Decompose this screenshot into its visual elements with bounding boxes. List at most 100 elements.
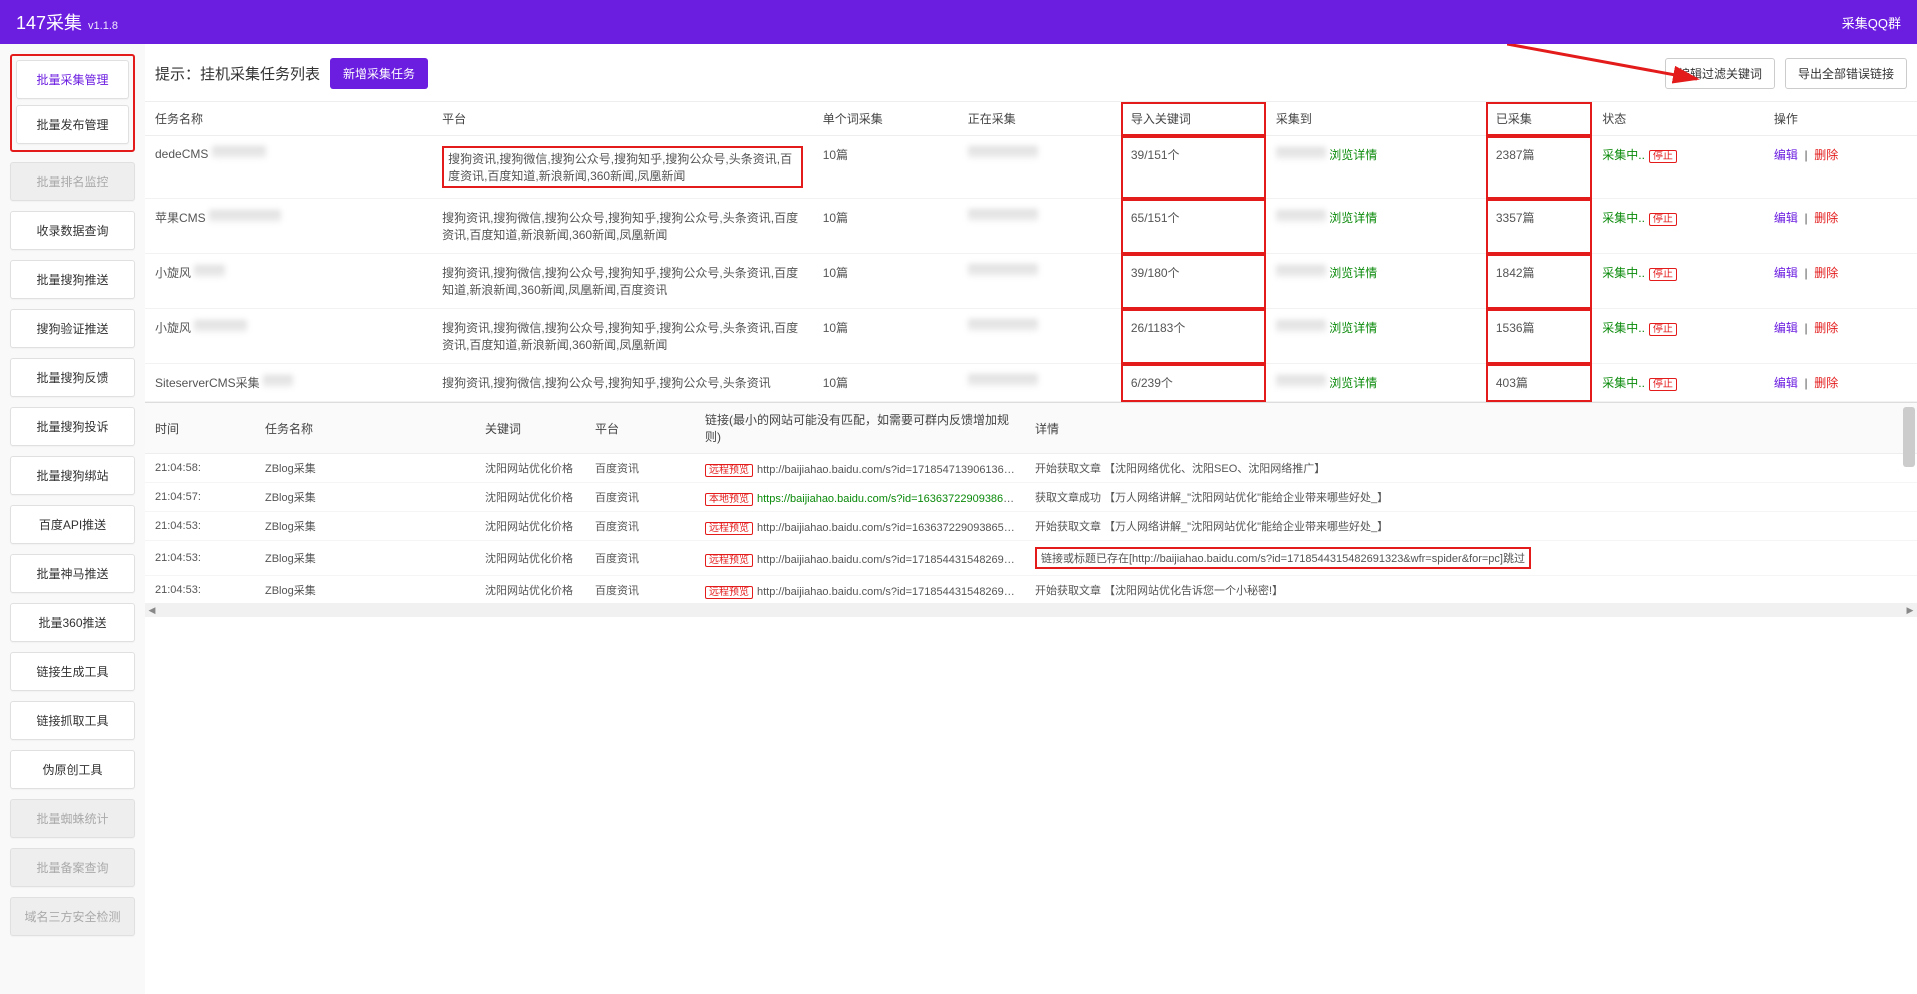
task-plat-cell: 搜狗资讯,搜狗微信,搜狗公众号,搜狗知乎,搜狗公众号,头条资讯,百度资讯,百度知… (432, 199, 813, 254)
stop-button[interactable]: 停止 (1649, 323, 1677, 336)
view-detail-link[interactable]: 浏览详情 (1329, 321, 1377, 335)
sidebar-item[interactable]: 批量搜狗投诉 (10, 407, 135, 446)
log-cell-kw: 沈阳网站优化价格 (475, 541, 585, 576)
task-row: dedeCMS 搜狗资讯,搜狗微信,搜狗公众号,搜狗知乎,搜狗公众号,头条资讯,… (145, 136, 1917, 199)
edit-link[interactable]: 编辑 (1774, 321, 1798, 335)
sidebar-item[interactable]: 收录数据查询 (10, 211, 135, 250)
log-col-header: 详情 (1025, 403, 1917, 454)
preview-badge[interactable]: 远程预览 (705, 554, 753, 567)
log-cell-time: 21:04:57: (145, 483, 255, 512)
task-col-header: 平台 (432, 102, 813, 136)
task-to-cell: 浏览详情 (1266, 136, 1486, 199)
sidebar-item[interactable]: 链接抓取工具 (10, 701, 135, 740)
new-task-button[interactable]: 新增采集任务 (330, 58, 428, 89)
log-cell-plat: 百度资讯 (585, 454, 695, 483)
sidebar-item[interactable]: 链接生成工具 (10, 652, 135, 691)
log-cell-task: ZBlog采集 (255, 483, 475, 512)
preview-badge[interactable]: 远程预览 (705, 586, 753, 599)
export-errors-button[interactable]: 导出全部错误链接 (1785, 58, 1907, 89)
delete-link[interactable]: 删除 (1814, 321, 1838, 335)
edit-link[interactable]: 编辑 (1774, 211, 1798, 225)
task-status-cell: 采集中..停止 (1592, 309, 1764, 364)
logs-table: 时间任务名称关键词平台链接(最小的网站可能没有匹配，如需要可群内反馈增加规则)详… (145, 403, 1917, 603)
sidebar-item[interactable]: 批量发布管理 (16, 105, 129, 144)
log-detail-cell: 开始获取文章 【沈阳网络优化、沈阳SEO、沈阳网络推广】 (1025, 454, 1917, 483)
delete-link[interactable]: 删除 (1814, 266, 1838, 280)
task-to-cell: 浏览详情 (1266, 199, 1486, 254)
task-col-header: 操作 (1764, 102, 1917, 136)
sidebar-item[interactable]: 搜狗验证推送 (10, 309, 135, 348)
stop-button[interactable]: 停止 (1649, 150, 1677, 163)
sidebar-item[interactable]: 批量神马推送 (10, 554, 135, 593)
task-collecting-cell (958, 199, 1121, 254)
task-op-cell: 编辑 | 删除 (1764, 136, 1917, 199)
sidebar-item: 批量备案查询 (10, 848, 135, 887)
task-name-cell: SiteserverCMS采集 (145, 364, 432, 402)
edit-filter-button[interactable]: 编辑过滤关键词 (1665, 58, 1775, 89)
task-done-cell: 3357篇 (1486, 199, 1592, 254)
task-plat-cell: 搜狗资讯,搜狗微信,搜狗公众号,搜狗知乎,搜狗公众号,头条资讯 (432, 364, 813, 402)
task-status-cell: 采集中..停止 (1592, 136, 1764, 199)
sidebar-item[interactable]: 批量360推送 (10, 603, 135, 642)
preview-badge[interactable]: 本地预览 (705, 493, 753, 506)
view-detail-link[interactable]: 浏览详情 (1329, 211, 1377, 225)
delete-link[interactable]: 删除 (1814, 148, 1838, 162)
log-cell-kw: 沈阳网站优化价格 (475, 576, 585, 604)
task-name-cell: 小旋风 (145, 309, 432, 364)
log-row: 21:04:53:ZBlog采集沈阳网站优化价格百度资讯远程预览http://b… (145, 576, 1917, 604)
task-single-cell: 10篇 (813, 364, 958, 402)
task-done-cell: 1842篇 (1486, 254, 1592, 309)
page-title: 提示：挂机采集任务列表 (155, 63, 320, 84)
log-cell-time: 21:04:53: (145, 512, 255, 541)
view-detail-link[interactable]: 浏览详情 (1329, 148, 1377, 162)
sidebar-item[interactable]: 批量搜狗绑站 (10, 456, 135, 495)
task-keywords-cell: 65/151个 (1121, 199, 1266, 254)
task-name-cell: 苹果CMS (145, 199, 432, 254)
sidebar-item: 域名三方安全检测 (10, 897, 135, 936)
view-detail-link[interactable]: 浏览详情 (1329, 266, 1377, 280)
sidebar-item: 批量蜘蛛统计 (10, 799, 135, 838)
log-cell-task: ZBlog采集 (255, 541, 475, 576)
log-cell-plat: 百度资讯 (585, 541, 695, 576)
log-row: 21:04:58:ZBlog采集沈阳网站优化价格百度资讯远程预览http://b… (145, 454, 1917, 483)
view-detail-link[interactable]: 浏览详情 (1329, 376, 1377, 390)
log-hscrollbar[interactable]: ◀▶ (145, 603, 1917, 617)
task-keywords-cell: 6/239个 (1121, 364, 1266, 402)
task-collecting-cell (958, 254, 1121, 309)
log-col-header: 关键词 (475, 403, 585, 454)
edit-link[interactable]: 编辑 (1774, 266, 1798, 280)
log-row: 21:04:53:ZBlog采集沈阳网站优化价格百度资讯远程预览http://b… (145, 541, 1917, 576)
delete-link[interactable]: 删除 (1814, 376, 1838, 390)
sidebar-item[interactable]: 批量搜狗反馈 (10, 358, 135, 397)
delete-link[interactable]: 删除 (1814, 211, 1838, 225)
task-collecting-cell (958, 309, 1121, 364)
sidebar: 批量采集管理批量发布管理批量排名监控收录数据查询批量搜狗推送搜狗验证推送批量搜狗… (0, 44, 145, 994)
task-status-cell: 采集中..停止 (1592, 199, 1764, 254)
sidebar-item[interactable]: 百度API推送 (10, 505, 135, 544)
edit-link[interactable]: 编辑 (1774, 376, 1798, 390)
app-title: 147采集 (16, 9, 82, 35)
log-cell-time: 21:04:53: (145, 576, 255, 604)
stop-button[interactable]: 停止 (1649, 268, 1677, 281)
log-cell-plat: 百度资讯 (585, 512, 695, 541)
task-single-cell: 10篇 (813, 254, 958, 309)
log-col-header: 时间 (145, 403, 255, 454)
task-to-cell: 浏览详情 (1266, 254, 1486, 309)
log-link-cell: 远程预览http://baijiahao.baidu.com/s?id=1636… (695, 512, 1025, 541)
preview-badge[interactable]: 远程预览 (705, 522, 753, 535)
sidebar-item[interactable]: 批量搜狗推送 (10, 260, 135, 299)
task-status-cell: 采集中..停止 (1592, 254, 1764, 309)
task-single-cell: 10篇 (813, 309, 958, 364)
stop-button[interactable]: 停止 (1649, 213, 1677, 226)
log-detail-cell: 链接或标题已存在[http://baijiahao.baidu.com/s?id… (1025, 541, 1917, 576)
log-scrollbar[interactable] (1903, 407, 1915, 467)
qq-group-link[interactable]: 采集QQ群 (1842, 13, 1901, 32)
stop-button[interactable]: 停止 (1649, 378, 1677, 391)
sidebar-item: 批量排名监控 (10, 162, 135, 201)
sidebar-item[interactable]: 伪原创工具 (10, 750, 135, 789)
sidebar-item[interactable]: 批量采集管理 (16, 60, 129, 99)
preview-badge[interactable]: 远程预览 (705, 464, 753, 477)
edit-link[interactable]: 编辑 (1774, 148, 1798, 162)
log-detail-cell: 开始获取文章 【沈阳网站优化告诉您一个小秘密!】 (1025, 576, 1917, 604)
task-plat-cell: 搜狗资讯,搜狗微信,搜狗公众号,搜狗知乎,搜狗公众号,头条资讯,百度资讯,百度知… (432, 309, 813, 364)
